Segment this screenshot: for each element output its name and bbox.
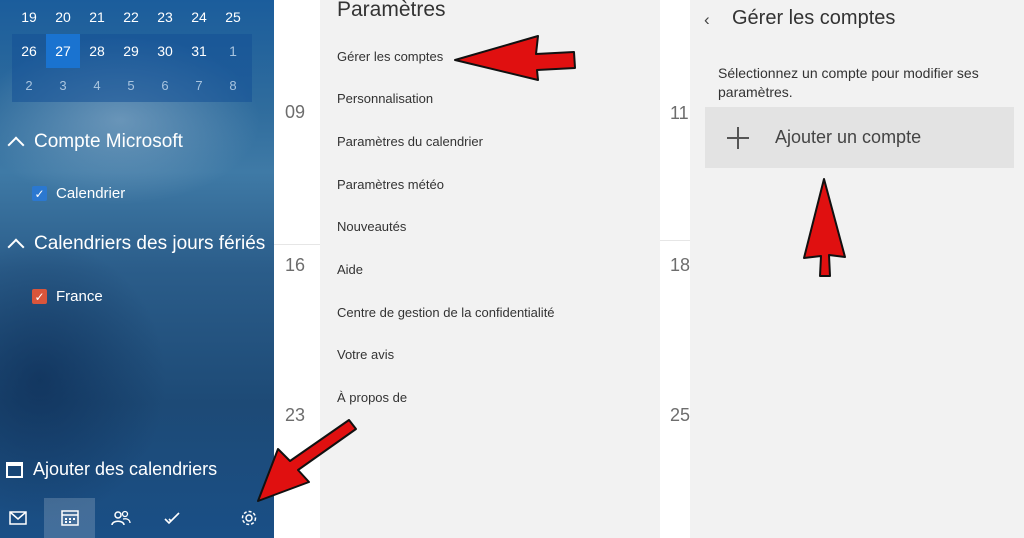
settings-item-meteo[interactable]: Paramètres météo <box>337 177 444 192</box>
todo-icon <box>163 512 180 525</box>
calendar-sidebar: 19 20 21 22 23 24 25 26 27 28 29 30 31 1… <box>0 0 274 538</box>
calendar-label: France <box>56 288 103 305</box>
todo-button[interactable] <box>146 498 197 538</box>
mini-calendar-day[interactable]: 5 <box>114 68 148 102</box>
day-number: 18 <box>670 255 691 275</box>
mini-calendar-day[interactable]: 31 <box>182 34 216 68</box>
calendar-add-icon <box>6 461 23 478</box>
settings-item-a-propos[interactable]: À propos de <box>337 390 407 405</box>
day-number: 16 <box>285 255 306 275</box>
mini-calendar-day[interactable]: 19 <box>12 0 46 34</box>
add-calendars-label: Ajouter des calendriers <box>33 459 218 479</box>
chevron-left-icon: ‹ <box>704 10 710 29</box>
settings-item-nouveautes[interactable]: Nouveautés <box>337 219 406 234</box>
mini-calendar-day[interactable]: 2 <box>12 68 46 102</box>
mini-calendar-day[interactable]: 21 <box>80 0 114 34</box>
checkbox-checked-icon[interactable]: ✓ <box>32 289 47 304</box>
people-icon <box>110 510 131 526</box>
settings-item-votre-avis[interactable]: Votre avis <box>337 347 394 362</box>
settings-item-personnalisation[interactable]: Personnalisation <box>337 91 433 106</box>
calendar-week-column: 11 18 25 <box>660 0 690 538</box>
day-number: 25 <box>670 405 691 425</box>
mini-calendar-day[interactable]: 1 <box>216 34 250 68</box>
add-account-button[interactable]: Ajouter un compte <box>705 107 1014 168</box>
settings-title: Paramètres <box>337 0 446 21</box>
settings-item-aide[interactable]: Aide <box>337 262 363 277</box>
calendar-toggle-france[interactable]: ✓ France <box>32 288 103 305</box>
mini-calendar: 19 20 21 22 23 24 25 26 27 28 29 30 31 1… <box>12 0 252 102</box>
section-title: Compte Microsoft <box>34 131 183 152</box>
add-calendars-button[interactable]: Ajouter des calendriers <box>6 459 217 480</box>
calendar-week-column: 09 16 23 <box>274 0 320 538</box>
plus-icon <box>727 126 749 149</box>
settings-item-gerer-comptes[interactable]: Gérer les comptes <box>337 49 443 64</box>
week-divider <box>660 240 690 241</box>
calendar-toggle-calendrier[interactable]: ✓ Calendrier <box>32 185 125 202</box>
day-number: 11 <box>670 103 689 123</box>
mini-calendar-day[interactable]: 3 <box>46 68 80 102</box>
mini-calendar-day[interactable]: 28 <box>80 34 114 68</box>
checkbox-checked-icon[interactable]: ✓ <box>32 186 47 201</box>
mini-calendar-day[interactable]: 8 <box>216 68 250 102</box>
settings-icon <box>241 510 256 526</box>
calendar-label: Calendrier <box>56 185 126 202</box>
section-compte-microsoft[interactable]: Compte Microsoft <box>7 131 183 154</box>
mini-calendar-day[interactable]: 7 <box>182 68 216 102</box>
settings-item-confidentialite[interactable]: Centre de gestion de la confidentialité <box>337 305 555 320</box>
mini-calendar-week: 2 3 4 5 6 7 8 <box>12 68 252 102</box>
mini-calendar-day[interactable]: 30 <box>148 34 182 68</box>
chevron-up-icon <box>7 238 25 256</box>
section-jours-feries[interactable]: Calendriers des jours fériés <box>7 233 266 256</box>
accounts-description: Sélectionnez un compte pour modifier ses… <box>718 65 979 100</box>
add-account-label: Ajouter un compte <box>775 127 922 147</box>
section-title: Calendriers des jours fériés <box>34 233 266 254</box>
people-button[interactable] <box>95 498 146 538</box>
manage-accounts-panel: ‹ Gérer les comptes Sélectionnez un comp… <box>690 0 1024 538</box>
settings-panel: Paramètres Gérer les comptes Personnalis… <box>320 0 660 538</box>
mini-calendar-day[interactable]: 24 <box>182 0 216 34</box>
bottom-nav <box>0 498 274 538</box>
mail-icon <box>9 511 27 525</box>
settings-item-calendrier[interactable]: Paramètres du calendrier <box>337 134 483 149</box>
mini-calendar-day[interactable]: 6 <box>148 68 182 102</box>
mini-calendar-day[interactable]: 4 <box>80 68 114 102</box>
mini-calendar-day[interactable]: 29 <box>114 34 148 68</box>
mini-calendar-week: 19 20 21 22 23 24 25 <box>12 0 252 34</box>
mini-calendar-day[interactable]: 22 <box>114 0 148 34</box>
mini-calendar-week: 26 27 28 29 30 31 1 <box>12 34 252 68</box>
mail-button[interactable] <box>0 498 36 538</box>
mini-calendar-day[interactable]: 25 <box>216 0 250 34</box>
chevron-up-icon <box>7 136 25 154</box>
mini-calendar-today[interactable]: 27 <box>46 34 80 68</box>
back-button[interactable]: ‹ <box>704 10 710 30</box>
week-divider <box>274 244 320 245</box>
settings-button[interactable] <box>223 498 274 538</box>
day-number: 23 <box>285 405 306 425</box>
mini-calendar-day[interactable]: 23 <box>148 0 182 34</box>
mini-calendar-day[interactable]: 20 <box>46 0 80 34</box>
calendar-icon <box>60 510 79 526</box>
mini-calendar-day[interactable]: 26 <box>12 34 46 68</box>
day-number: 09 <box>285 102 306 122</box>
calendar-button[interactable] <box>44 498 95 538</box>
accounts-title: Gérer les comptes <box>732 7 896 29</box>
